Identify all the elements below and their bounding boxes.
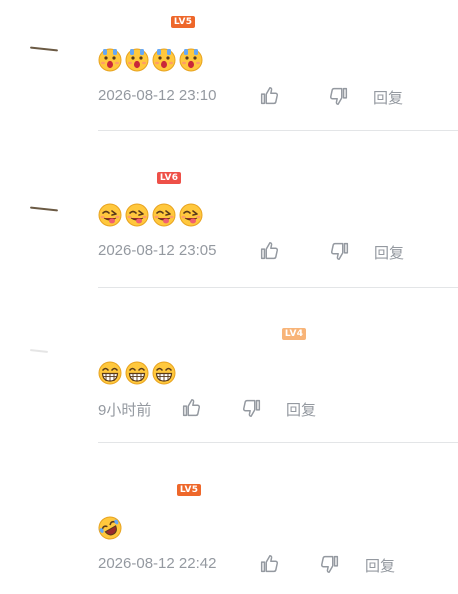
scream-emoji	[124, 46, 150, 72]
level-badge: LV5	[171, 16, 195, 28]
comment-meta: 2026-08-12 23:10 回复	[98, 85, 438, 107]
reply-button[interactable]: 回复	[373, 87, 403, 108]
tongue-wink-emoji	[151, 202, 177, 228]
grin-emoji	[124, 360, 150, 386]
grin-emoji	[97, 360, 123, 386]
comment-time: 2026-08-12 23:05	[98, 242, 217, 259]
reply-button[interactable]: 回复	[374, 242, 404, 263]
avatar[interactable]	[22, 332, 62, 372]
comment-time: 2026-08-12 23:10	[98, 87, 217, 104]
divider	[98, 130, 458, 131]
comment-content	[97, 360, 177, 386]
laugh-cry-emoji	[97, 515, 123, 541]
avatar-image	[29, 349, 49, 353]
comment-content	[97, 46, 204, 72]
scream-emoji	[97, 46, 123, 72]
tongue-wink-emoji	[97, 202, 123, 228]
level-badge: LV6	[157, 172, 181, 184]
level-badge: LV5	[177, 484, 201, 496]
reply-button[interactable]: 回复	[286, 399, 316, 420]
tongue-wink-emoji	[178, 202, 204, 228]
grin-emoji	[151, 360, 177, 386]
divider	[98, 442, 458, 443]
thumbs-up-icon[interactable]	[180, 397, 202, 419]
thumbs-up-icon[interactable]	[258, 85, 280, 107]
avatar-image	[29, 206, 59, 212]
comment-meta: 2026-08-12 22:42 回复	[98, 553, 438, 575]
level-badge: LV4	[282, 328, 306, 340]
thumbs-up-icon[interactable]	[258, 240, 280, 262]
thumbs-down-icon[interactable]	[328, 85, 350, 107]
avatar-image	[29, 46, 59, 52]
divider	[98, 287, 458, 288]
comment-meta: 9小时前 回复	[98, 397, 438, 419]
tongue-wink-emoji	[124, 202, 150, 228]
avatar[interactable]	[22, 30, 62, 70]
comment-meta: 2026-08-12 23:05 回复	[98, 240, 438, 262]
scream-emoji	[178, 46, 204, 72]
avatar[interactable]	[22, 190, 62, 230]
thumbs-up-icon[interactable]	[258, 553, 280, 575]
comment-content	[97, 202, 204, 228]
comment-time: 9小时前	[98, 402, 152, 419]
comment-time: 2026-08-12 22:42	[98, 555, 217, 572]
scream-emoji	[151, 46, 177, 72]
comment-content	[97, 515, 123, 541]
reply-button[interactable]: 回复	[365, 555, 395, 576]
thumbs-down-icon[interactable]	[319, 553, 341, 575]
thumbs-down-icon[interactable]	[329, 240, 351, 262]
thumbs-down-icon[interactable]	[241, 397, 263, 419]
